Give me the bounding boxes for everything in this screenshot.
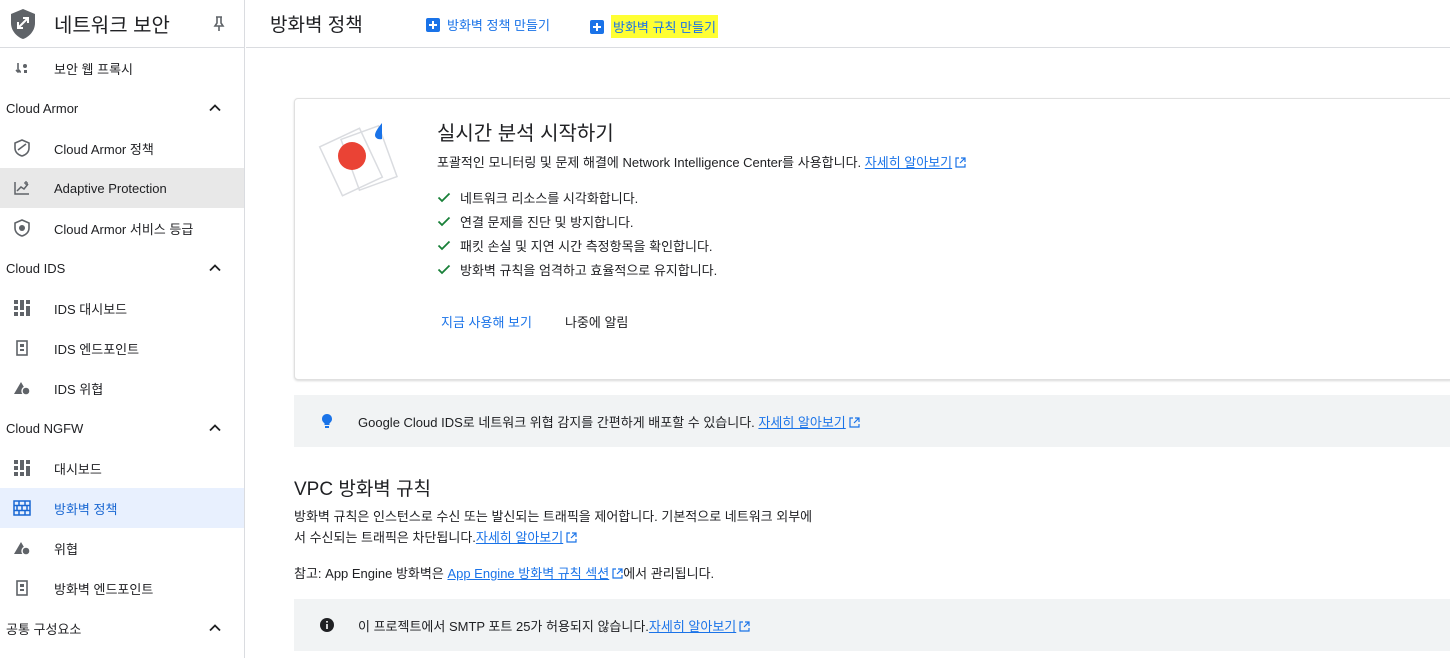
dashboard-icon — [12, 458, 32, 478]
checklist-item: 방화벽 규칙을 엄격하고 효율적으로 유지합니다. — [437, 257, 717, 281]
checklist-item: 연결 문제를 진단 및 방지합니다. — [437, 209, 717, 233]
sidebar-item-방화벽-정책[interactable]: 방화벽 정책 — [0, 488, 244, 528]
sidebar-item-label: 위협 — [54, 541, 78, 557]
threat-icon — [12, 378, 32, 398]
sidebar-item-보안-웹-프록시[interactable]: 보안 웹 프록시 — [0, 48, 244, 88]
smtp-learn-more-link[interactable]: 자세히 알아보기 — [649, 619, 736, 634]
remind-later-button[interactable]: 나중에 알림 — [565, 312, 628, 331]
sidebar-section-공통-구성요소[interactable]: 공통 구성요소 — [0, 608, 244, 648]
sidebar-item-대시보드[interactable]: 대시보드 — [0, 448, 244, 488]
smtp-info-banner: 이 프로젝트에서 SMTP 포트 25가 허용되지 않습니다.자세히 알아보기 — [294, 599, 1450, 651]
sidebar-item-label: 대시보드 — [54, 461, 102, 477]
try-now-button[interactable]: 지금 사용해 보기 — [441, 312, 532, 331]
sidebar-item-label: 방화벽 엔드포인트 — [54, 581, 154, 597]
main-content: 실시간 분석 시작하기 포괄적인 모니터링 및 문제 해결에 Network I… — [246, 49, 1450, 658]
endpoint-icon — [12, 578, 32, 598]
external-link-icon — [955, 156, 966, 168]
sidebar-item-label: Adaptive Protection — [54, 180, 167, 196]
check-icon — [437, 238, 451, 252]
create-firewall-rule-button[interactable]: 방화벽 규칙 만들기 — [590, 15, 718, 38]
sidebar-item-label: Cloud Armor 서비스 등급 — [54, 221, 194, 237]
add-icon — [590, 19, 604, 34]
check-icon — [437, 262, 451, 276]
card-actions: 지금 사용해 보기 나중에 알림 — [441, 312, 628, 331]
app-engine-rules-link[interactable]: App Engine 방화벽 규칙 섹션 — [447, 566, 609, 581]
feature-checklist: 네트워크 리소스를 시각화합니다. 연결 문제를 진단 및 방지합니다. 패킷 손실… — [437, 185, 717, 281]
sidebar-item-ids-대시보드[interactable]: IDS 대시보드 — [0, 288, 244, 328]
sidebar: 네트워크 보안 보안 웹 프록시 Cloud Armor Cloud Armor 정… — [0, 0, 245, 658]
external-link-icon — [612, 567, 623, 579]
sidebar-item-adaptive-protection[interactable]: Adaptive Protection — [0, 168, 244, 208]
chevron-up-icon — [208, 421, 222, 435]
chevron-up-icon — [208, 621, 222, 635]
chevron-up-icon — [208, 101, 222, 115]
sidebar-item-ids-엔드포인트[interactable]: IDS 엔드포인트 — [0, 328, 244, 368]
chevron-up-icon — [208, 261, 222, 275]
sidebar-nav: 보안 웹 프록시 Cloud Armor Cloud Armor 정책 Adaptiv… — [0, 48, 244, 648]
pin-icon[interactable] — [210, 15, 228, 33]
sidebar-item-방화벽-엔드포인트[interactable]: 방화벽 엔드포인트 — [0, 568, 244, 608]
app-engine-note: 참고: App Engine 방화벽은 App Engine 방화벽 규칙 섹션… — [294, 566, 715, 581]
vpc-section-title: VPC 방화벽 규칙 — [294, 479, 432, 500]
ids-info-banner: Google Cloud IDS로 네트워크 위협 감지를 간편하게 배포할 수… — [294, 395, 1450, 447]
sidebar-item-label: Cloud Armor 정책 — [54, 141, 154, 157]
checklist-item: 패킷 손실 및 지연 시간 측정항목을 확인합니다. — [437, 233, 717, 257]
sidebar-section-cloud-ids[interactable]: Cloud IDS — [0, 248, 244, 288]
vpc-section-description: 방화벽 규칙은 인스턴스로 수신 또는 발신되는 트래픽을 제어합니다. 기본적… — [294, 509, 813, 545]
ids-learn-more-link[interactable]: 자세히 알아보기 — [758, 415, 845, 430]
add-icon — [426, 17, 440, 32]
lightbulb-icon — [318, 412, 336, 430]
chart-icon — [12, 178, 32, 198]
sidebar-item-ids-위협[interactable]: IDS 위협 — [0, 368, 244, 408]
check-icon — [437, 190, 451, 204]
card-description: 포괄적인 모니터링 및 문제 해결에 Network Intelligence … — [437, 152, 966, 171]
sidebar-header: 네트워크 보안 — [0, 0, 244, 48]
threat-icon — [12, 538, 32, 558]
top-bar: 방화벽 정책 방화벽 정책 만들기 방화벽 규칙 만들기 — [246, 0, 1450, 48]
create-firewall-policy-button[interactable]: 방화벽 정책 만들기 — [426, 15, 550, 34]
info-icon — [318, 616, 336, 634]
nic-promo-card: 실시간 분석 시작하기 포괄적인 모니터링 및 문제 해결에 Network I… — [294, 98, 1450, 380]
sidebar-item-cloud-armor-정책[interactable]: Cloud Armor 정책 — [0, 128, 244, 168]
sidebar-item-label: 방화벽 정책 — [54, 501, 118, 517]
sidebar-item-label: 보안 웹 프록시 — [54, 61, 133, 77]
check-icon — [437, 214, 451, 228]
card-title: 실시간 분석 시작하기 — [437, 123, 614, 145]
sidebar-section-cloud-ngfw[interactable]: Cloud NGFW — [0, 408, 244, 448]
shield-icon — [12, 138, 32, 158]
analysis-illustration-icon — [315, 113, 411, 209]
sidebar-item-cloud-armor-서비스-등급[interactable]: Cloud Armor 서비스 등급 — [0, 208, 244, 248]
dashboard-icon — [12, 298, 32, 318]
sidebar-item-위협[interactable]: 위협 — [0, 528, 244, 568]
sidebar-item-label: IDS 엔드포인트 — [54, 341, 140, 357]
checklist-item: 네트워크 리소스를 시각화합니다. — [437, 185, 717, 209]
endpoint-icon — [12, 338, 32, 358]
sidebar-item-label: IDS 대시보드 — [54, 301, 128, 317]
shield-badge-icon — [12, 218, 32, 238]
firewall-icon — [12, 498, 32, 518]
vpc-learn-more-link[interactable]: 자세히 알아보기 — [476, 530, 563, 545]
external-link-icon — [849, 416, 860, 428]
sidebar-item-label: IDS 위협 — [54, 381, 104, 397]
page-title: 방화벽 정책 — [270, 15, 363, 36]
external-link-icon — [566, 528, 577, 543]
network-security-logo-icon — [8, 8, 38, 40]
learn-more-link[interactable]: 자세히 알아보기 — [865, 155, 952, 170]
external-link-icon — [739, 620, 750, 632]
sidebar-section-cloud-armor[interactable]: Cloud Armor — [0, 88, 244, 128]
proxy-icon — [12, 58, 32, 78]
sidebar-title: 네트워크 보안 — [54, 15, 170, 37]
